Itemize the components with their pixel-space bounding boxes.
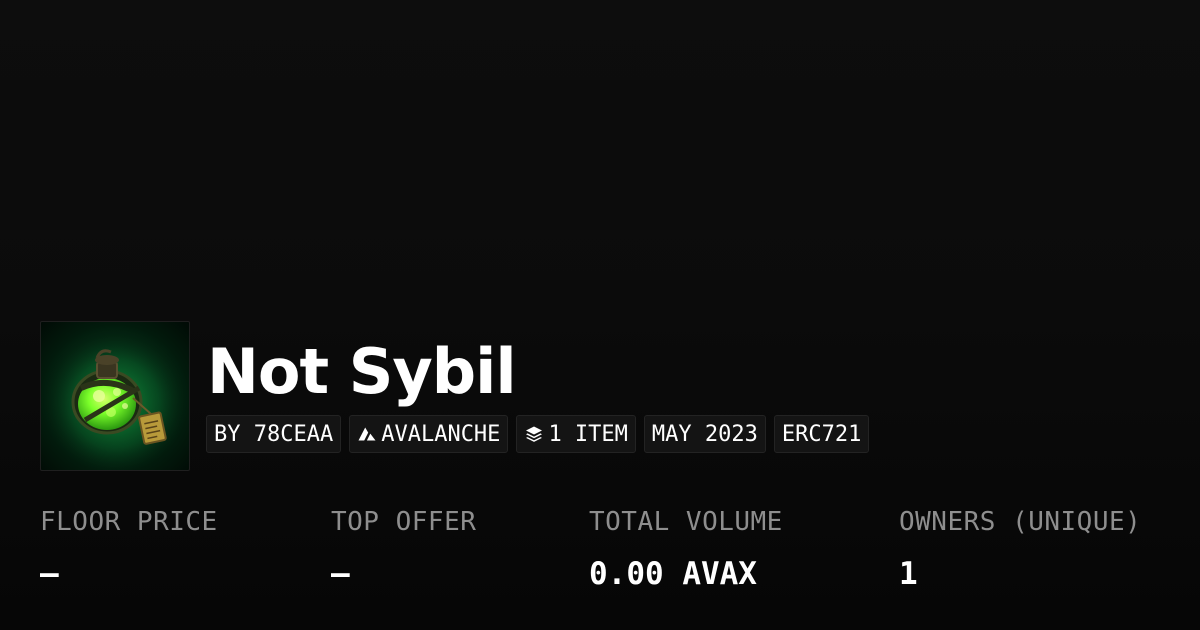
date-tag-label: MAY 2023: [651, 421, 758, 447]
creator-tag-label: BY 78CEAA: [214, 421, 334, 447]
stat-label: FLOOR PRICE: [40, 507, 218, 537]
green-potion-bottle-image: [41, 322, 189, 470]
token-standard-tag-label: ERC721: [781, 421, 862, 447]
item-count-tag-label: 1 ITEM: [548, 421, 628, 447]
collection-tags: BY 78CEAA AVALANCHE 1 ITEM MAY 2023 ERC7…: [206, 415, 870, 453]
stat-value: 0.00 AVAX: [589, 556, 757, 592]
stat-floor-price: FLOOR PRICE —: [40, 506, 218, 592]
stat-top-offer: TOP OFFER —: [331, 506, 476, 592]
chain-tag[interactable]: AVALANCHE: [349, 415, 509, 453]
stat-label: TOP OFFER: [331, 507, 477, 537]
stat-value: —: [40, 556, 59, 592]
token-standard-tag: ERC721: [773, 415, 870, 453]
stat-label: OWNERS (UNIQUE): [899, 507, 1142, 537]
stat-owners: OWNERS (UNIQUE) 1: [899, 506, 1141, 592]
avalanche-logo-icon: [357, 424, 377, 444]
collection-preview-card: Not Sybil BY 78CEAA AVALANCHE 1 ITEM MAY…: [0, 0, 1200, 630]
chain-tag-label: AVALANCHE: [381, 421, 501, 447]
stat-label: TOTAL VOLUME: [589, 507, 783, 537]
date-tag: MAY 2023: [643, 415, 766, 453]
stat-value: —: [331, 556, 350, 592]
stat-value: 1: [899, 556, 918, 592]
creator-tag[interactable]: BY 78CEAA: [206, 415, 342, 453]
collection-title: Not Sybil: [207, 335, 517, 408]
layers-icon: [524, 424, 544, 444]
stat-total-volume: TOTAL VOLUME 0.00 AVAX: [589, 506, 783, 592]
collection-thumbnail: [40, 321, 190, 471]
item-count-tag[interactable]: 1 ITEM: [516, 415, 636, 453]
